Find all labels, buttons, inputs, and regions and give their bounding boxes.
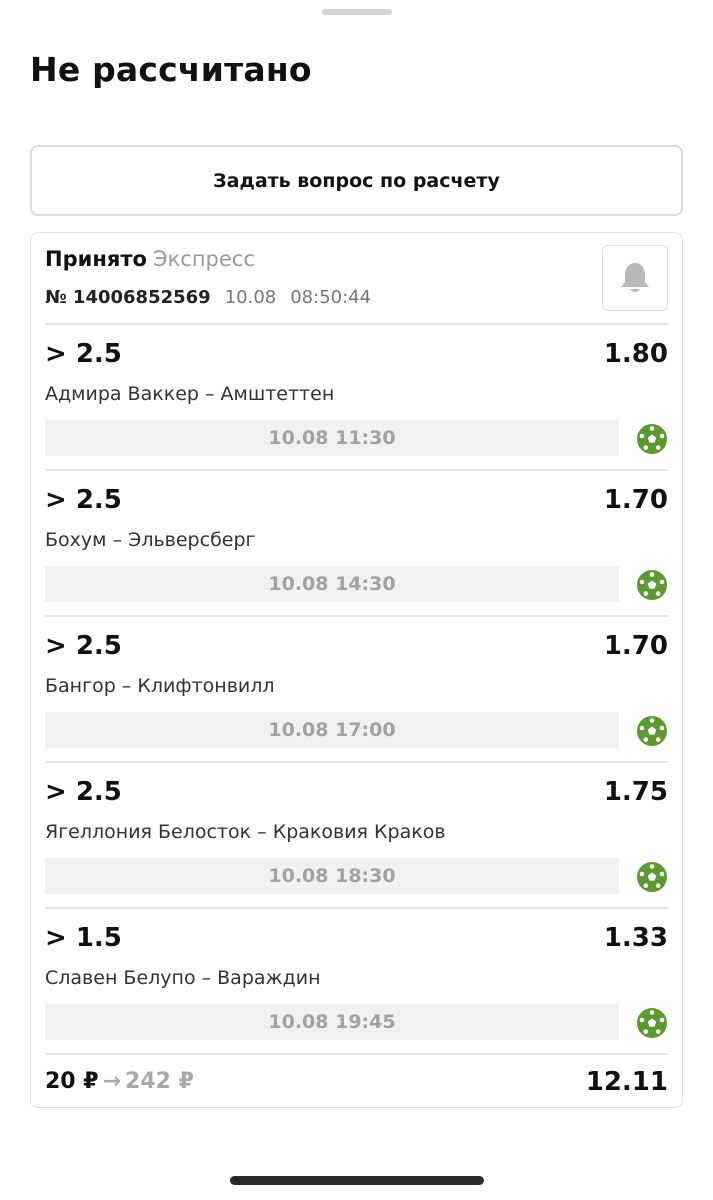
notify-button[interactable] <box>602 245 668 311</box>
event-row[interactable]: > 1.5 1.33 Славен Белупо – Вараждин 10.0… <box>45 907 668 1053</box>
bet-type: Экспресс <box>152 247 255 271</box>
bell-icon <box>621 263 649 292</box>
bet-summary: 20 ₽ → 242 ₽ 12.11 <box>45 1053 668 1109</box>
event-row[interactable]: > 2.5 1.80 Адмира Ваккер – Амштеттен 10.… <box>45 323 668 469</box>
event-outcome: > 2.5 <box>45 631 122 661</box>
stake-amount: 20 ₽ <box>45 1069 99 1094</box>
event-row[interactable]: > 2.5 1.70 Бохум – Эльверсберг 10.08 14:… <box>45 469 668 615</box>
event-outcome: > 2.5 <box>45 777 122 807</box>
event-outcome: > 1.5 <box>45 923 122 953</box>
potential-win: 242 ₽ <box>125 1069 194 1094</box>
event-teams: Бангор – Клифтонвилл <box>45 675 275 697</box>
home-indicator[interactable] <box>230 1176 484 1185</box>
total-odds: 12.11 <box>585 1067 668 1097</box>
bet-status-line: Принято Экспресс <box>45 245 668 273</box>
event-teams: Ягеллония Белосток – Краковия Краков <box>45 821 446 843</box>
ask-settlement-question-button[interactable]: Задать вопрос по расчету <box>30 145 683 216</box>
soccer-ball-icon <box>637 1008 667 1038</box>
event-start-time: 10.08 17:00 <box>45 712 619 748</box>
coupon-number: № 14006852569 <box>45 287 211 308</box>
event-teams: Адмира Ваккер – Амштеттен <box>45 383 335 405</box>
event-start-time: 10.08 11:30 <box>45 420 619 456</box>
bet-card: Принято Экспресс № 14006852569 10.08 08:50:… <box>30 232 683 1108</box>
event-start-time: 10.08 18:30 <box>45 858 619 894</box>
bet-header: Принято Экспресс № 14006852569 10.08 08:50:… <box>45 245 668 323</box>
stake-line: 20 ₽ → 242 ₽ <box>45 1069 194 1094</box>
event-teams: Славен Белупо – Вараждин <box>45 967 321 989</box>
event-row[interactable]: > 2.5 1.75 Ягеллония Белосток – Краковия… <box>45 761 668 907</box>
bet-details-sheet: Не рассчитано Задать вопрос по расчету П… <box>0 0 713 1200</box>
bet-status: Принято <box>45 247 147 271</box>
event-start-time: 10.08 19:45 <box>45 1004 619 1040</box>
event-odds: 1.70 <box>603 485 668 515</box>
event-row[interactable]: > 2.5 1.70 Бангор – Клифтонвилл 10.08 17… <box>45 615 668 761</box>
soccer-ball-icon <box>637 570 667 600</box>
events-list: > 2.5 1.80 Адмира Ваккер – Амштеттен 10.… <box>45 323 668 1053</box>
soccer-ball-icon <box>637 716 667 746</box>
bet-time: 08:50:44 <box>290 287 372 308</box>
event-start-time: 10.08 14:30 <box>45 566 619 602</box>
event-odds: 1.80 <box>603 339 668 369</box>
arrow-right-icon: → <box>102 1069 122 1094</box>
event-outcome: > 2.5 <box>45 339 122 369</box>
event-odds: 1.75 <box>603 777 668 807</box>
soccer-ball-icon <box>637 862 667 892</box>
page-title: Не рассчитано <box>30 50 312 89</box>
event-odds: 1.33 <box>603 923 668 953</box>
bet-date: 10.08 <box>224 287 277 308</box>
event-odds: 1.70 <box>603 631 668 661</box>
event-teams: Бохум – Эльверсберг <box>45 529 256 551</box>
event-outcome: > 2.5 <box>45 485 122 515</box>
bet-meta: № 14006852569 10.08 08:50:44 <box>45 287 371 308</box>
soccer-ball-icon <box>637 424 667 454</box>
sheet-drag-handle[interactable] <box>322 9 392 15</box>
